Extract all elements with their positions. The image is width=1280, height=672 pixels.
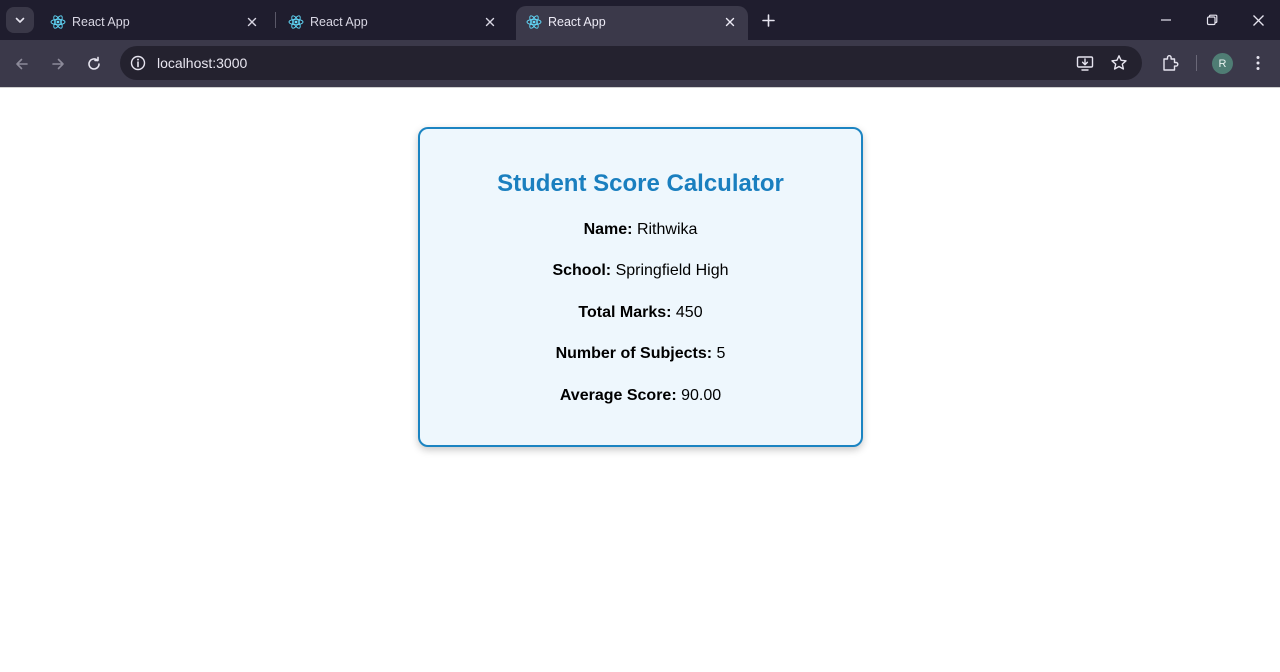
- profile-avatar[interactable]: R: [1212, 53, 1233, 74]
- extensions-puzzle-icon[interactable]: [1160, 53, 1180, 73]
- page-title: Student Score Calculator: [497, 170, 784, 197]
- tab-1-title: React App: [72, 15, 130, 29]
- minimize-icon: [1161, 19, 1171, 21]
- tab-1[interactable]: React App: [40, 6, 270, 40]
- reload-button[interactable]: [82, 52, 106, 76]
- forward-button[interactable]: [46, 52, 70, 76]
- field-value: Springfield High: [615, 262, 729, 279]
- tab-strip: React App React App React App: [0, 0, 1280, 40]
- field-label: Name:: [583, 221, 633, 238]
- tab-2-title: React App: [310, 15, 368, 29]
- restore-icon: [1206, 14, 1218, 26]
- toolbar-divider: [0, 87, 1280, 88]
- field-value: Rithwika: [636, 221, 698, 238]
- score-card: Student Score Calculator Name: Rithwika …: [418, 127, 863, 447]
- field-value: 90.00: [681, 387, 722, 404]
- tab-3-title: React App: [548, 15, 606, 29]
- back-button[interactable]: [10, 52, 34, 76]
- chevron-down-icon: [15, 17, 25, 23]
- school-row: School: Springfield High: [420, 262, 861, 280]
- total-marks-row: Total Marks: 450: [420, 304, 861, 322]
- react-logo-icon: [50, 15, 66, 29]
- close-icon[interactable]: [482, 14, 498, 30]
- profile-initial: R: [1218, 57, 1227, 70]
- tab-2[interactable]: React App: [278, 6, 508, 40]
- minimize-button[interactable]: [1154, 8, 1178, 32]
- url-text: localhost:3000: [157, 55, 248, 71]
- name-row: Name: Rithwika: [420, 221, 861, 239]
- plus-icon: [761, 13, 775, 27]
- average-score-row: Average Score: 90.00: [420, 387, 861, 405]
- field-label: Total Marks:: [578, 304, 672, 321]
- address-bar[interactable]: localhost:3000: [120, 46, 1142, 80]
- restore-button[interactable]: [1200, 8, 1224, 32]
- close-icon[interactable]: [722, 14, 738, 30]
- browser-toolbar: localhost:3000 R: [0, 40, 1280, 87]
- window-close-button[interactable]: [1246, 8, 1270, 32]
- new-tab-button[interactable]: [758, 10, 778, 30]
- star-bookmark-icon[interactable]: [1110, 54, 1128, 72]
- tab-3-active[interactable]: React App: [516, 6, 748, 40]
- react-logo-icon: [288, 15, 304, 29]
- arrow-left-icon: [16, 58, 28, 70]
- arrow-right-icon: [52, 58, 64, 70]
- info-icon[interactable]: [129, 54, 147, 72]
- toolbar-separator: [1196, 55, 1197, 71]
- close-icon: [1252, 14, 1264, 26]
- subjects-row: Number of Subjects: 5: [420, 345, 861, 363]
- field-label: School:: [552, 262, 612, 279]
- tab-search-button[interactable]: [6, 7, 34, 33]
- install-app-icon[interactable]: [1076, 54, 1094, 72]
- react-logo-icon: [526, 15, 542, 29]
- field-value: 450: [675, 304, 703, 321]
- tab-separator: [275, 12, 276, 28]
- field-label: Average Score:: [559, 387, 677, 404]
- field-label: Number of Subjects:: [555, 345, 713, 362]
- more-menu-icon[interactable]: [1248, 53, 1268, 73]
- close-icon[interactable]: [244, 14, 260, 30]
- reload-icon: [88, 56, 100, 70]
- field-value: 5: [716, 345, 726, 362]
